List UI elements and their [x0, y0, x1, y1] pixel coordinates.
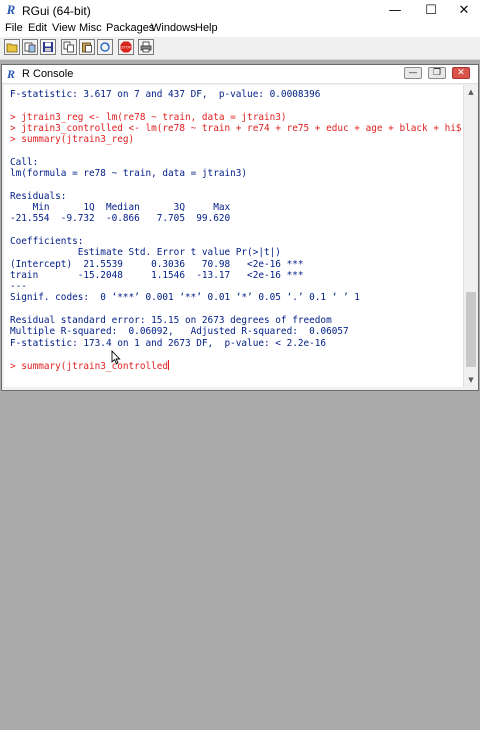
- console-output-line: train -15.2048 1.1546 -13.17 <2e-16 ***: [10, 269, 304, 281]
- menu-file[interactable]: File: [5, 22, 23, 34]
- window-title: RGui (64-bit): [22, 4, 91, 18]
- save-button[interactable]: [40, 39, 56, 55]
- stop-label: STOP: [121, 46, 131, 50]
- scroll-down-icon[interactable]: ▼: [464, 373, 478, 387]
- stop-button[interactable]: STOP: [118, 39, 134, 55]
- console-output-line: Min 1Q Median 3Q Max: [10, 202, 231, 213]
- print-icon: [140, 41, 152, 53]
- close-button[interactable]: ✕: [447, 0, 480, 21]
- copy-button[interactable]: [61, 39, 77, 55]
- open-script-icon: [6, 43, 18, 53]
- r-console-window[interactable]: R R Console — ❐ ✕ F-statistic: 3.617 on …: [1, 64, 479, 391]
- console-titlebar: R R Console — ❐ ✕: [2, 65, 478, 84]
- copy-paste-button[interactable]: [97, 39, 113, 55]
- console-output-line: Residual standard error: 15.15 on 2673 d…: [10, 315, 332, 326]
- scroll-up-icon[interactable]: ▲: [464, 85, 478, 99]
- console-command-line: > summary(jtrain3_reg): [10, 134, 135, 146]
- copy-icon: [63, 41, 74, 53]
- console-command-line: > summary(jtrain3_controlled: [10, 360, 170, 373]
- console-output-line: Estimate Std. Error t value Pr(>|t|): [10, 247, 281, 259]
- console-output-line: (Intercept) 21.5539 0.3036 70.98 <2e-16 …: [10, 258, 304, 270]
- minimize-button[interactable]: —: [378, 0, 412, 21]
- menu-help[interactable]: Help: [195, 22, 218, 34]
- load-workspace-button[interactable]: [22, 39, 38, 55]
- open-script-button[interactable]: [4, 39, 20, 55]
- console-minimize-button[interactable]: —: [404, 67, 422, 79]
- console-output-line: Call:: [10, 156, 39, 168]
- menu-view[interactable]: View: [52, 22, 76, 34]
- console-command-line: > jtrain3_reg <- lm(re78 ~ train, data =…: [10, 111, 287, 123]
- copy-paste-icon: [100, 42, 110, 52]
- stop-icon: STOP: [120, 41, 132, 53]
- maximize-button[interactable]: ☐: [414, 0, 448, 21]
- console-output-line: Multiple R-squared: 0.06092, Adjusted R-…: [10, 326, 355, 338]
- print-button[interactable]: [138, 39, 154, 55]
- save-icon: [43, 42, 53, 52]
- vertical-scrollbar[interactable]: ▲ ▼: [463, 85, 478, 387]
- console-output-line: F-statistic: 3.617 on 7 and 437 DF, p-va…: [10, 89, 321, 100]
- console-output-line: Coefficients:: [10, 235, 84, 247]
- console-output[interactable]: F-statistic: 3.617 on 7 and 437 DF, p-va…: [4, 85, 464, 387]
- console-output-line: F-statistic: 173.4 on 1 and 2673 DF, p-v…: [10, 337, 327, 349]
- console-output-line: -21.554 -9.732 -0.866 7.705 99.620: [10, 213, 231, 225]
- console-restore-button[interactable]: ❐: [428, 67, 446, 79]
- text-cursor: [168, 360, 170, 371]
- console-output-line: Signif. codes: 0 ‘***’ 0.001 ‘**’ 0.01 ‘…: [10, 292, 360, 304]
- console-output-line: lm(formula = re78 ~ train, data = jtrain…: [10, 168, 248, 180]
- r-logo-icon: R: [6, 2, 16, 17]
- scrollbar-thumb[interactable]: [466, 292, 476, 367]
- paste-button[interactable]: [79, 39, 95, 55]
- menu-packages[interactable]: Packages: [106, 22, 154, 34]
- menu-windows[interactable]: Windows: [151, 22, 196, 34]
- console-command-line: > jtrain3_controlled <- lm(re78 ~ train …: [10, 122, 462, 134]
- toolbar: STOP: [0, 37, 480, 60]
- menu-misc[interactable]: Misc: [79, 22, 102, 34]
- console-output-line: Residuals:: [10, 190, 67, 202]
- menu-bar: File Edit View Misc Packages Windows Hel…: [0, 21, 480, 37]
- r-console-icon: R: [7, 67, 16, 81]
- console-title: R Console: [22, 68, 74, 80]
- mouse-pointer-icon: [111, 350, 121, 365]
- console-close-button[interactable]: ✕: [452, 67, 470, 79]
- menu-edit[interactable]: Edit: [28, 22, 47, 34]
- paste-icon: [82, 42, 92, 53]
- app-titlebar: R RGui (64-bit) — ☐ ✕: [0, 0, 480, 22]
- load-workspace-icon: [24, 42, 36, 53]
- console-output-line: ---: [10, 281, 27, 293]
